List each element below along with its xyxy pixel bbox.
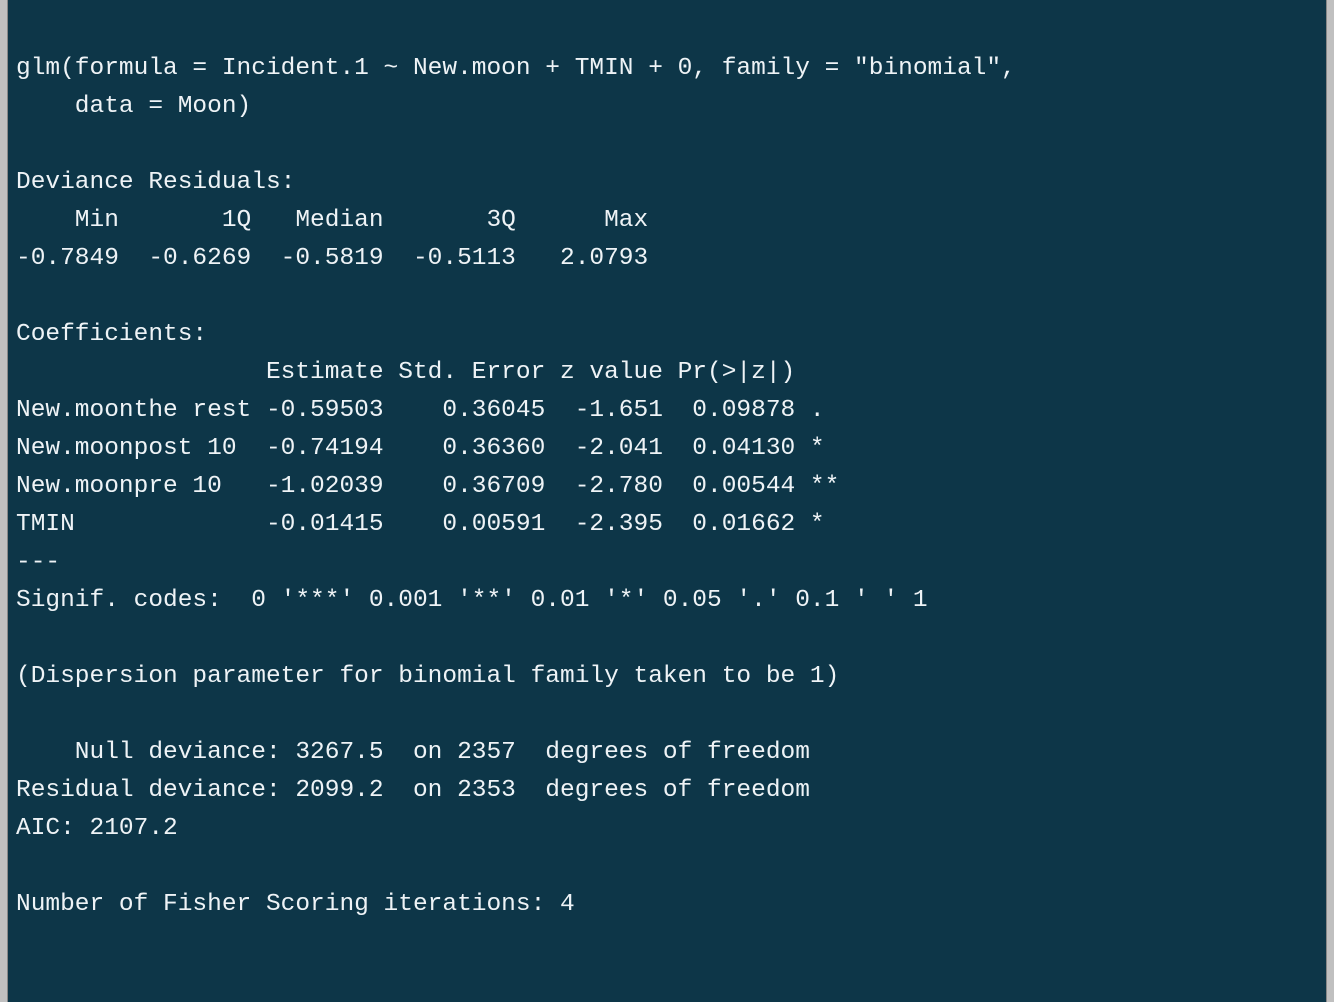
separator: --- [16,549,60,576]
coefficients-title: Coefficients: [16,321,207,348]
coefficients-header: Estimate Std. Error z value Pr(>|z|) [16,359,839,386]
aic: AIC: 2107.2 [16,815,178,842]
null-deviance: Null deviance: 3267.5 on 2357 degrees of… [16,739,810,766]
signif-codes: Signif. codes: 0 '***' 0.001 '**' 0.01 '… [16,587,928,614]
deviance-residuals-header: Min 1Q Median 3Q Max [16,207,678,234]
deviance-residuals-values: -0.7849 -0.6269 -0.5819 -0.5113 2.0793 [16,245,678,272]
deviance-residuals-title: Deviance Residuals: [16,169,310,196]
coef-row-newmoon-post10: New.moonpost 10 -0.74194 0.36360 -2.041 … [16,435,839,462]
r-console-output: glm(formula = Incident.1 ~ New.moon + TM… [7,0,1327,1002]
coef-row-tmin: TMIN -0.01415 0.00591 -2.395 0.01662 * [16,511,839,538]
coef-row-newmoon-rest: New.moonthe rest -0.59503 0.36045 -1.651… [16,397,839,424]
coef-row-newmoon-pre10: New.moonpre 10 -1.02039 0.36709 -2.780 0… [16,473,839,500]
glm-call-line1: glm(formula = Incident.1 ~ New.moon + TM… [16,55,1030,82]
glm-call-line2: data = Moon) [16,93,251,120]
fisher-iterations: Number of Fisher Scoring iterations: 4 [16,891,575,918]
dispersion-note: (Dispersion parameter for binomial famil… [16,663,839,690]
residual-deviance: Residual deviance: 2099.2 on 2353 degree… [16,777,810,804]
